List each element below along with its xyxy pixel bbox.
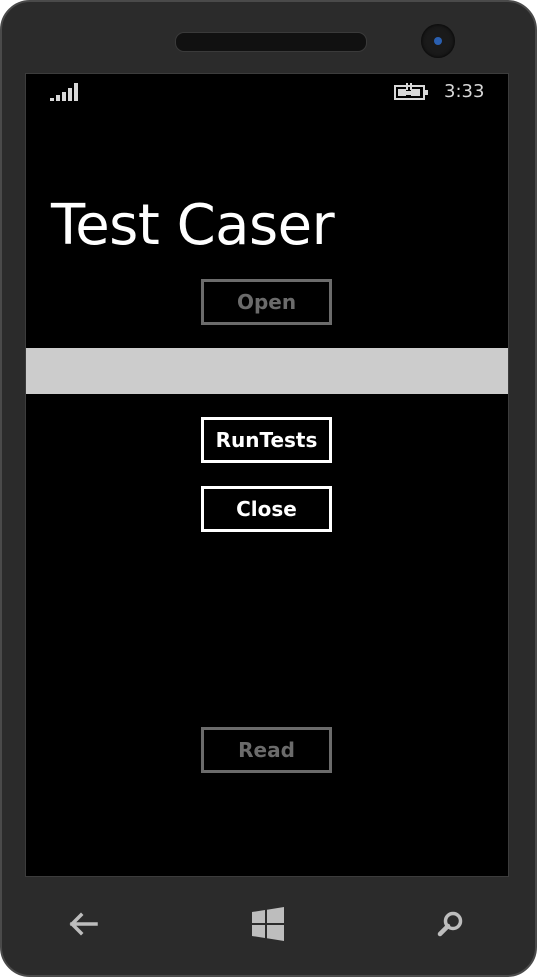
read-button[interactable]: Read xyxy=(201,727,332,773)
search-button[interactable] xyxy=(429,902,473,946)
back-button[interactable] xyxy=(62,902,106,946)
back-arrow-icon xyxy=(69,912,98,936)
hardware-nav-bar xyxy=(2,882,537,967)
search-icon xyxy=(437,911,463,937)
open-button[interactable]: Open xyxy=(201,279,332,325)
front-camera xyxy=(421,24,455,58)
windows-logo-icon xyxy=(252,907,284,941)
status-clock: 3:33 xyxy=(444,81,485,102)
phone-screen: 3:33 Test Caser Open RunTests Close Read xyxy=(25,73,509,877)
signal-strength-icon xyxy=(50,83,78,101)
output-text-box[interactable] xyxy=(26,348,508,394)
status-bar: 3:33 xyxy=(26,74,508,110)
run-tests-button[interactable]: RunTests xyxy=(201,417,332,463)
start-button[interactable] xyxy=(246,902,290,946)
page-title: Test Caser xyxy=(51,193,335,258)
battery-charging-icon xyxy=(394,83,428,100)
close-button[interactable]: Close xyxy=(201,486,332,532)
earpiece-speaker xyxy=(175,32,367,52)
phone-frame: 3:33 Test Caser Open RunTests Close Read xyxy=(0,0,537,977)
